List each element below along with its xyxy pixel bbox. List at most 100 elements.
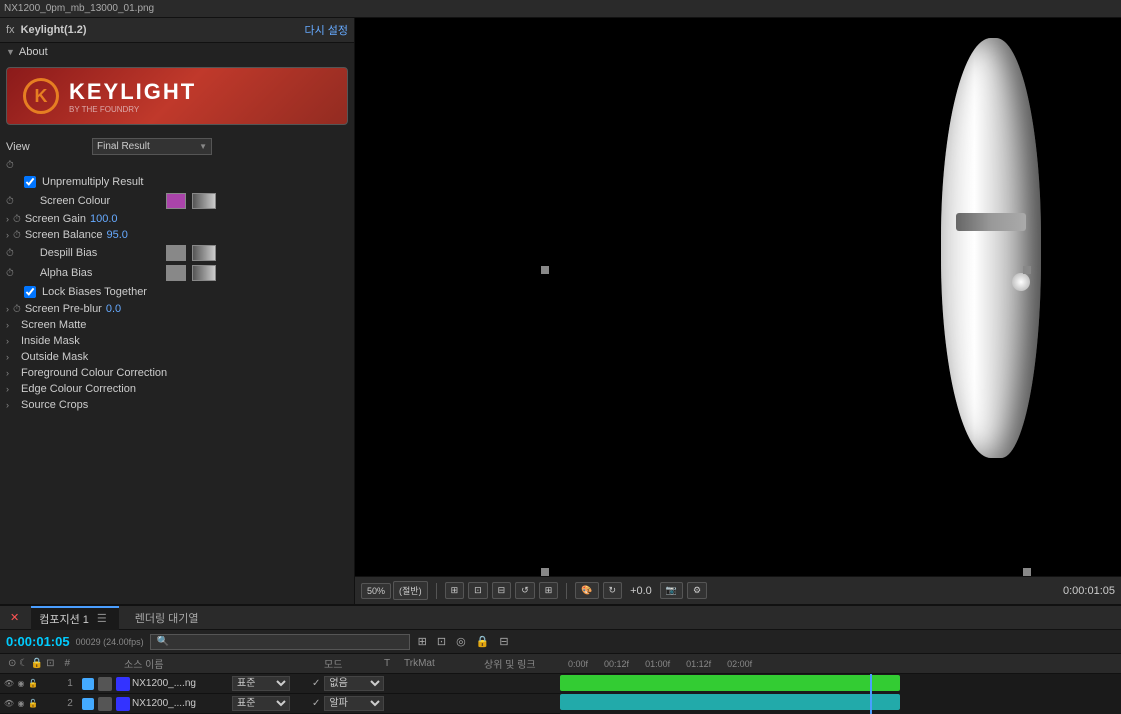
comp-tab-menu[interactable]: ☰ [93, 612, 111, 625]
layer-2-alpha-select[interactable]: 알파 [324, 696, 384, 711]
screen-balance-value: 95.0 [106, 229, 127, 241]
playhead[interactable] [870, 674, 872, 714]
toolbar-sep-2 [566, 583, 567, 599]
despill-gradient[interactable] [192, 245, 216, 261]
fg-colour-arrow: › [6, 368, 9, 378]
track-bar-1[interactable] [560, 675, 900, 691]
unpremultiply-checkbox[interactable] [24, 176, 36, 188]
screen-colour-stopwatch: ⏱ [6, 196, 14, 207]
toolbar-sep-1 [436, 583, 437, 599]
screen-balance-arrow: › [6, 230, 9, 240]
timeline-header: ✕ 컴포지션 1 ☰ 렌더링 대기열 [0, 606, 1121, 630]
screen-preblur-value: 0.0 [106, 303, 121, 315]
about-section-header[interactable]: ▼ About [0, 43, 354, 61]
unpremultiply-row: Unpremultiply Result [0, 173, 354, 191]
layer-row-2: 👁 ◉ 🔓 2 NX1200_....ng 표준 ✓ 알파 [0, 694, 560, 714]
screen-matte-arrow: › [6, 320, 9, 330]
inside-mask-row[interactable]: › Inside Mask [0, 333, 354, 349]
corner-handle-br[interactable] [1023, 568, 1031, 576]
comp-tab[interactable]: 컴포지션 1 ☰ [31, 606, 119, 630]
preview-dot [1012, 273, 1030, 291]
zoom-to-fit-btn[interactable]: ⊞ [445, 582, 465, 599]
col-icons: ⊙ ☾ 🔒 ⊡ [4, 658, 59, 669]
reset-button[interactable]: 다시 설정 [304, 22, 348, 38]
about-label: About [19, 46, 48, 58]
color-picker-btn[interactable]: 🎨 [575, 582, 598, 599]
layer-1-alpha: ✓ 없음 [312, 676, 392, 691]
layer-2-lock[interactable]: 🔓 [28, 699, 38, 709]
layer-1-alpha-select[interactable]: 없음 [324, 676, 384, 691]
logo-k: K [35, 86, 48, 107]
layer-2-eye[interactable]: 👁 [4, 699, 14, 709]
view-dropdown[interactable]: Final Result ▼ [92, 138, 212, 155]
lock-btn[interactable]: 🔒 [474, 633, 492, 650]
top-bar: NX1200_0pm_mb_13000_01.png [0, 0, 1121, 18]
render-queue-label[interactable]: 렌더링 대기열 [127, 607, 207, 629]
layer-1-type-icon [98, 677, 112, 691]
keylight-version: Keylight(1.2) [21, 24, 87, 36]
layer-1-mode[interactable]: 표준 [232, 676, 292, 691]
zoom-in-btn[interactable]: ⊡ [468, 582, 488, 599]
grid-btn[interactable]: ⊞ [539, 582, 559, 599]
layer-2-mode[interactable]: 표준 [232, 696, 292, 711]
layer-2-media-icon [116, 697, 130, 711]
logo-circle: K [23, 78, 59, 114]
layer-1-eye[interactable]: 👁 [4, 679, 14, 689]
screen-matte-label: Screen Matte [21, 319, 86, 331]
screen-balance-header[interactable]: › ⏱ Screen Balance 95.0 [0, 227, 354, 243]
layer-1-solo[interactable]: ◉ [16, 679, 26, 689]
keylight-logo: K KEYLIGHT BY THE FOUNDRY [6, 67, 348, 125]
logo-text-group: KEYLIGHT BY THE FOUNDRY [69, 79, 196, 114]
edge-colour-row[interactable]: › Edge Colour Correction [0, 381, 354, 397]
alpha-swatch[interactable] [166, 265, 186, 281]
camera-btn[interactable]: 📷 [660, 582, 683, 599]
reset-view-btn[interactable]: ↺ [515, 582, 535, 599]
mute-btn[interactable]: ◎ [454, 633, 468, 650]
corner-handle-tr[interactable] [1023, 266, 1031, 274]
timeline-ruler: 0:00f 00:12f 01:00f 01:12f 02:00f [560, 654, 1121, 674]
refresh-btn[interactable]: ↻ [603, 582, 623, 599]
outside-mask-row[interactable]: › Outside Mask [0, 349, 354, 365]
add-layer-btn[interactable]: ⊞ [416, 633, 429, 650]
stopwatch-icon: ⏱ [6, 160, 14, 171]
search-input[interactable] [150, 634, 410, 650]
screen-preblur-header[interactable]: › ⏱ Screen Pre-blur 0.0 [0, 301, 354, 317]
screen-colour-swatch[interactable] [166, 193, 186, 209]
track-bar-2[interactable] [560, 694, 900, 710]
layer-2-alpha: ✓ 알파 [312, 696, 392, 711]
screen-matte-row[interactable]: › Screen Matte [0, 317, 354, 333]
zoom-control[interactable]: 50% (절반) [361, 581, 428, 600]
zoom-value[interactable]: 50% [361, 583, 391, 599]
fit-label[interactable]: (절반) [393, 581, 428, 600]
layer-1-mode-select[interactable]: 표준 [232, 676, 290, 691]
alpha-gradient[interactable] [192, 265, 216, 281]
view-row: View Final Result ▼ [0, 135, 354, 158]
lock-biases-checkbox[interactable] [24, 286, 36, 298]
corner-handle-bl[interactable] [541, 568, 549, 576]
source-crops-row[interactable]: › Source Crops [0, 397, 354, 413]
settings-btn[interactable]: ⚙ [687, 582, 707, 599]
fx-header: fx Keylight(1.2) 다시 설정 [0, 18, 354, 43]
solo-btn[interactable]: ⊡ [435, 633, 448, 650]
despill-swatch[interactable] [166, 245, 186, 261]
layer-2-mode-select[interactable]: 표준 [232, 696, 290, 711]
corner-handle-tl[interactable] [541, 266, 549, 274]
layer-row-1: 👁 ◉ 🔓 1 NX1200_....ng 표준 ✓ 없음 [0, 674, 560, 694]
layer-2-solo[interactable]: ◉ [16, 699, 26, 709]
screen-gain-header[interactable]: › ⏱ Screen Gain 100.0 [0, 211, 354, 227]
edge-colour-arrow: › [6, 384, 9, 394]
fg-colour-row[interactable]: › Foreground Colour Correction [0, 365, 354, 381]
preview-canvas [355, 18, 1121, 604]
zoom-out-btn[interactable]: ⊟ [492, 582, 512, 599]
screen-colour-gradient[interactable] [192, 193, 216, 209]
ruler-200: 02:00f [719, 659, 760, 669]
timeline-close-btn[interactable]: ✕ [6, 611, 23, 624]
expand-btn[interactable]: ⊟ [497, 633, 510, 650]
time-display: 0:00:01:05 [1063, 585, 1115, 597]
layer-2-check-icon: ✓ [312, 698, 320, 709]
timecode-display[interactable]: 0:00:01:05 [6, 634, 70, 649]
outside-mask-arrow: › [6, 352, 9, 362]
frame-number: 00029 (24.00fps) [76, 637, 144, 647]
layer-1-lock[interactable]: 🔓 [28, 679, 38, 689]
layer-2-name: NX1200_....ng [132, 698, 232, 709]
